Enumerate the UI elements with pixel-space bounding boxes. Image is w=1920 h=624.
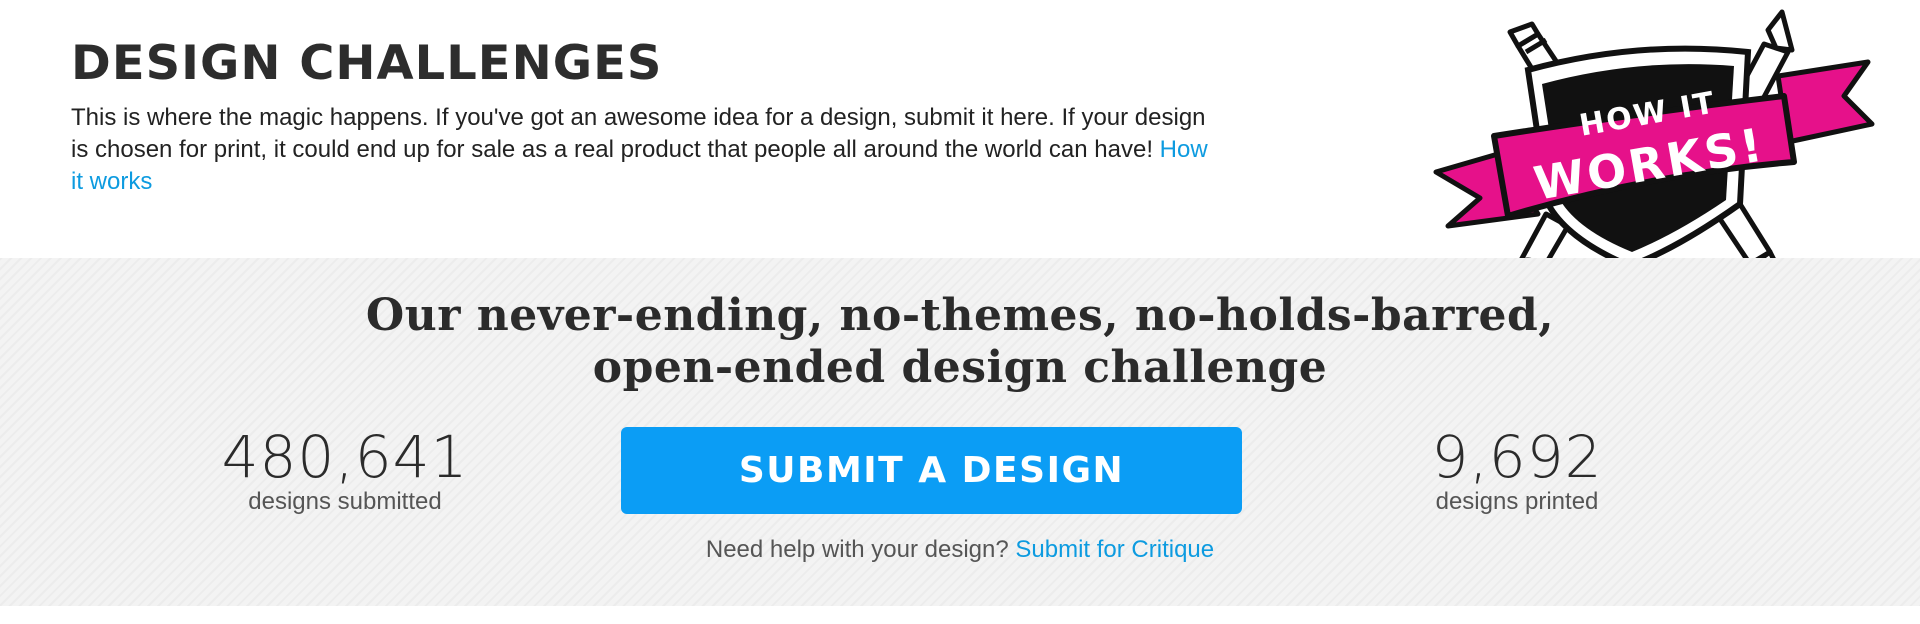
critique-help: Need help with your design? Submit for C…	[0, 536, 1920, 564]
headline-line2: open-ended design challenge	[592, 342, 1328, 393]
designs-printed-stat: 9,692 designs printed	[1367, 426, 1667, 516]
submit-design-button[interactable]: SUBMIT A DESIGN	[621, 427, 1242, 514]
intro-description-text: This is where the magic happens. If you'…	[71, 104, 1206, 163]
designs-printed-label: designs printed	[1435, 488, 1599, 515]
intro-section: DESIGN CHALLENGES This is where the magi…	[71, 36, 1221, 198]
designs-submitted-label: designs submitted	[248, 488, 442, 515]
how-it-works-badge[interactable]: HOW IT WORKS!	[1428, 4, 1880, 290]
how-it-works-badge-art: HOW IT WORKS!	[1433, 9, 1875, 283]
designs-printed-count: 9,692	[1431, 423, 1603, 491]
designs-submitted-count: 480,641	[221, 423, 469, 491]
headline-line1: Our never-ending, no-themes, no-holds-ba…	[365, 290, 1555, 341]
page-title: DESIGN CHALLENGES	[71, 36, 663, 91]
challenge-band: Our never-ending, no-themes, no-holds-ba…	[0, 258, 1920, 606]
intro-description: This is where the magic happens. If you'…	[71, 102, 1221, 198]
designs-submitted-stat: 480,641 designs submitted	[195, 426, 495, 516]
submit-for-critique-link[interactable]: Submit for Critique	[1015, 536, 1214, 563]
critique-help-text: Need help with your design?	[705, 536, 1009, 563]
challenge-headline: Our never-ending, no-themes, no-holds-ba…	[0, 290, 1920, 394]
